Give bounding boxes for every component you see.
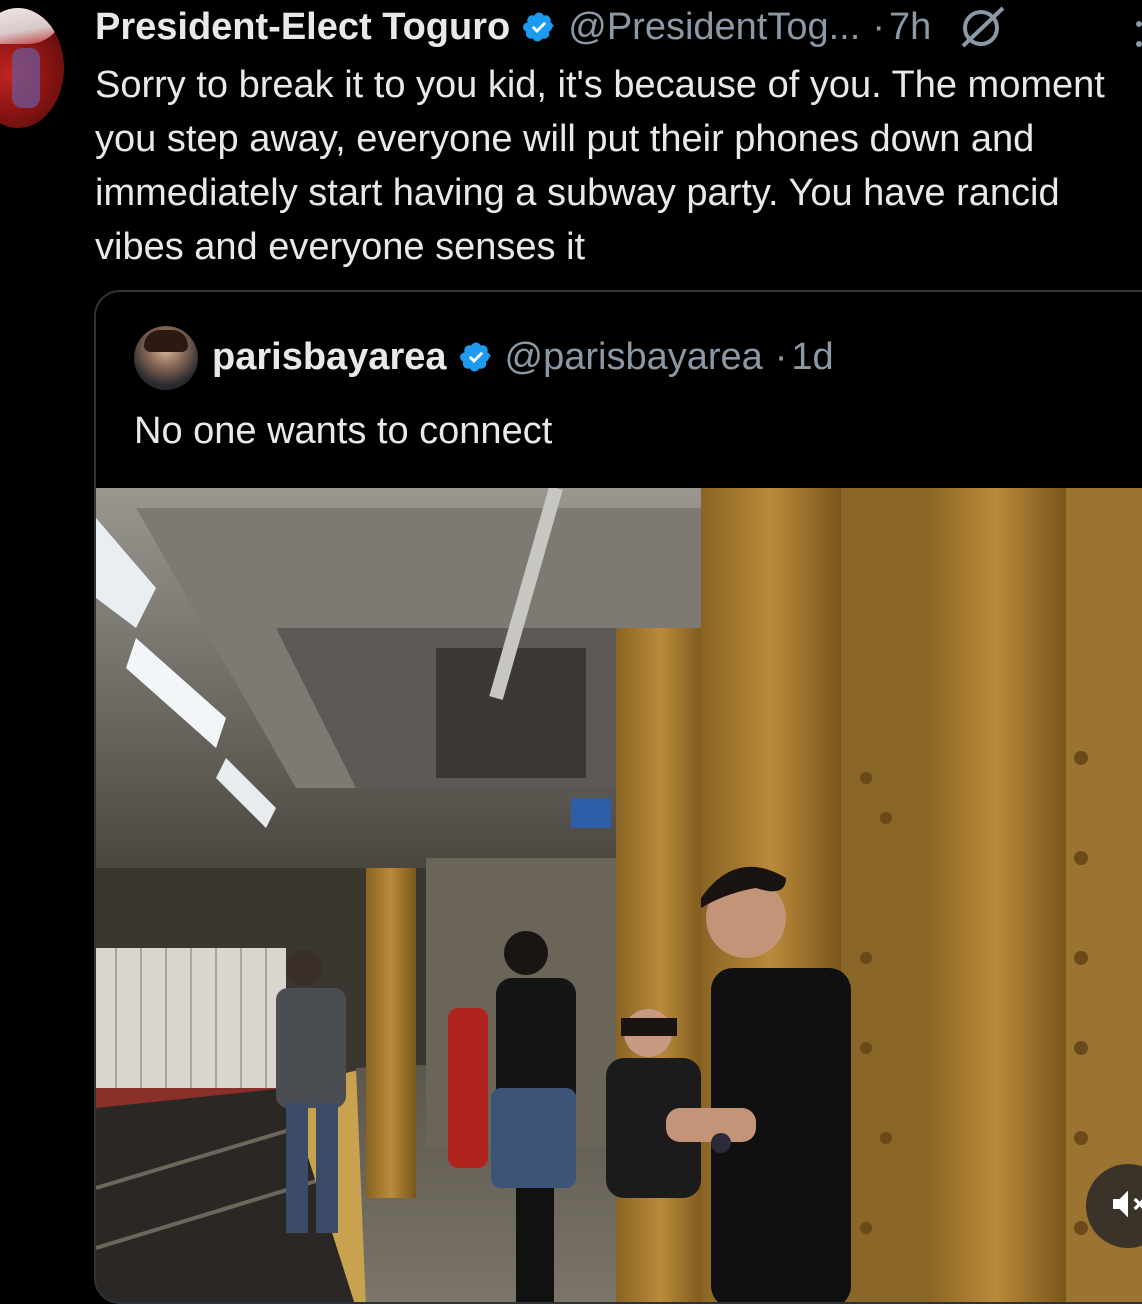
- author-name[interactable]: President-Elect Toguro: [95, 6, 510, 49]
- quoted-tweet-body: No one wants to connect: [134, 410, 553, 452]
- author-handle[interactable]: @PresidentTog...: [568, 6, 860, 49]
- more-menu-icon[interactable]: [1136, 14, 1142, 54]
- quoted-tweet-time[interactable]: 1d: [791, 336, 833, 379]
- verified-badge-icon: [459, 340, 493, 374]
- quoted-tweet-header: parisbayarea @parisbayarea · 1d: [212, 332, 834, 382]
- quoted-author-name[interactable]: parisbayarea: [212, 336, 447, 379]
- verified-badge-icon: [522, 10, 556, 44]
- subway-platform-photo[interactable]: [96, 488, 1142, 1302]
- author-avatar[interactable]: [0, 8, 64, 128]
- quoted-author-handle[interactable]: @parisbayarea: [505, 336, 763, 379]
- tweet-header: President-Elect Toguro @PresidentTog... …: [95, 2, 1009, 52]
- speaker-muted-icon: [1108, 1184, 1142, 1229]
- grok-icon[interactable]: [957, 6, 1009, 48]
- separator-dot: ·: [872, 5, 885, 48]
- tweet-time[interactable]: 7h: [889, 6, 931, 49]
- quoted-author-avatar[interactable]: [134, 326, 198, 390]
- tweet-body: Sorry to break it to you kid, it's becau…: [95, 64, 1105, 268]
- quoted-tweet-card[interactable]: parisbayarea @parisbayarea · 1d No one w…: [94, 290, 1142, 1304]
- separator-dot: ·: [774, 335, 788, 378]
